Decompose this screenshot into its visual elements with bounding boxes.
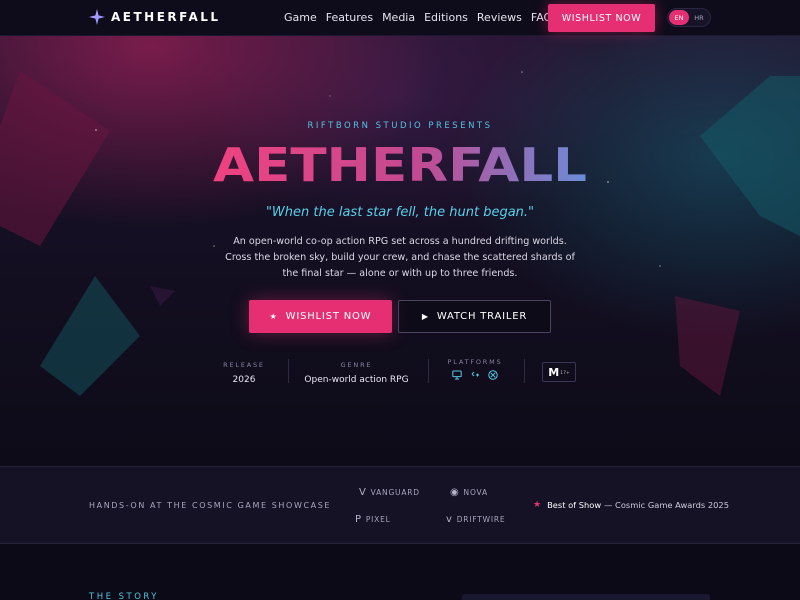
- rating-sub: 17+: [560, 371, 570, 376]
- publication-name: PIXEL: [365, 515, 391, 524]
- story-kicker: THE STORY: [89, 592, 159, 600]
- award-source: — Cosmic Game Awards 2025: [604, 500, 729, 510]
- age-rating-badge: M 17+: [542, 362, 576, 382]
- meta-divider: [428, 359, 429, 383]
- star-icon: ★: [269, 312, 278, 321]
- meta-release: RELEASE 2026: [214, 361, 274, 385]
- hero-section: RIFTBORN STUDIO PRESENTS AETHERFALL "Whe…: [0, 36, 800, 466]
- nav-link-editions[interactable]: Editions: [424, 11, 468, 24]
- wishlist-now-label: WISHLIST NOW: [285, 311, 372, 322]
- watch-trailer-button[interactable]: ▶ WATCH TRAILER: [398, 300, 551, 333]
- hero-title: AETHERFALL: [213, 138, 587, 192]
- meta-genre: GENRE Open-world action RPG: [300, 361, 413, 385]
- platform-icons: [440, 370, 510, 380]
- publication-name: DRIFTWIRE: [456, 515, 506, 524]
- hero-title-text: AETHERFALL: [213, 138, 587, 192]
- logo-text: AETHERFALL: [111, 10, 221, 24]
- release-label: RELEASE: [223, 361, 265, 369]
- nav-links: Game Features Media Editions Reviews FAQ: [284, 11, 561, 24]
- award-star-icon: ★: [533, 500, 542, 510]
- press-logo-pixel: P PIXEL: [355, 514, 391, 525]
- nav-wishlist-button[interactable]: WISHLIST NOW: [548, 4, 655, 32]
- story-section: THE STORY: [0, 544, 800, 600]
- meta-divider: [524, 359, 525, 383]
- logo[interactable]: AETHERFALL: [89, 9, 221, 25]
- publication-name: NOVA: [463, 488, 488, 497]
- award-title: Best of Show: [547, 500, 602, 510]
- nav-link-game[interactable]: Game: [284, 11, 317, 24]
- meta-platforms: PLATFORMS: [440, 358, 510, 380]
- monitor-icon: [452, 370, 462, 380]
- four-point-star-icon: [89, 9, 105, 25]
- press-label: HANDS-ON AT THE COSMIC GAME SHOWCASE: [89, 501, 332, 510]
- pixel-logo-icon: P: [355, 514, 362, 525]
- story-media-panel: [462, 594, 710, 600]
- press-logo-driftwire: v DRIFTWIRE: [446, 514, 505, 525]
- hero-description: An open-world co-op action RPG set acros…: [225, 236, 575, 279]
- nav-link-features[interactable]: Features: [326, 11, 373, 24]
- hero-tagline: "When the last star fell, the hunt began…: [265, 205, 535, 220]
- release-value: 2026: [232, 375, 256, 385]
- nav-link-reviews[interactable]: Reviews: [477, 11, 522, 24]
- top-navigation: AETHERFALL Game Features Media Editions …: [0, 0, 800, 36]
- genre-label: GENRE: [340, 361, 373, 369]
- award-badge: ★ Best of Show — Cosmic Game Awards 2025: [533, 500, 729, 510]
- driftwire-logo-icon: v: [446, 514, 453, 525]
- publication-name: VANGUARD: [370, 488, 420, 497]
- gamepad-icon: [471, 371, 479, 377]
- wishlist-now-button[interactable]: ★ WISHLIST NOW: [249, 300, 392, 333]
- play-icon: ▶: [421, 312, 429, 321]
- watch-trailer-label: WATCH TRAILER: [436, 311, 528, 322]
- nova-logo-icon: ◉: [450, 487, 460, 498]
- hero-eyebrow: RIFTBORN STUDIO PRESENTS: [307, 121, 493, 131]
- xbox-icon: [488, 370, 498, 380]
- genre-value: Open-world action RPG: [304, 375, 409, 385]
- press-logo-vanguard: V VANGUARD: [359, 487, 420, 498]
- platforms-label: PLATFORMS: [447, 358, 503, 366]
- language-option-en[interactable]: EN: [669, 10, 689, 25]
- nav-link-media[interactable]: Media: [382, 11, 415, 24]
- language-toggle: EN HR: [667, 8, 711, 27]
- vanguard-logo-icon: V: [359, 487, 367, 498]
- press-logo-nova: ◉ NOVA: [450, 487, 488, 498]
- press-strip: HANDS-ON AT THE COSMIC GAME SHOWCASE V V…: [0, 466, 800, 544]
- meta-divider: [288, 359, 289, 383]
- rating-letter: M: [548, 365, 560, 379]
- language-option-hr[interactable]: HR: [689, 10, 709, 25]
